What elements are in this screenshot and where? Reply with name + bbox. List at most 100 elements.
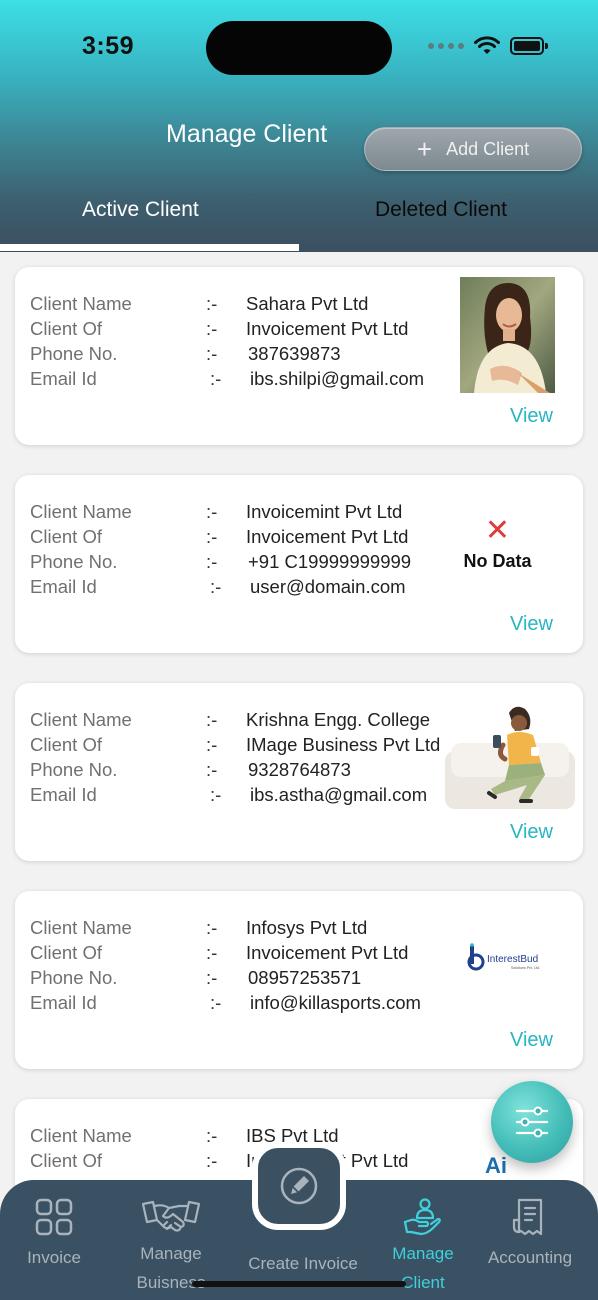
client-of-value: Invoicement Pvt Ltd [246, 526, 409, 547]
client-of-label: Client Of [30, 942, 102, 963]
nav-manage-client-label-1: Manage [392, 1244, 454, 1263]
client-of-value: IMage Business Pvt Ltd [246, 734, 441, 755]
email-value: user@domain.com [250, 576, 406, 597]
phone-value: 08957253571 [248, 967, 362, 988]
signal-icon [428, 43, 464, 49]
client-of-label: Client Of [30, 734, 102, 755]
header: 3:59 Manage Client + Add Client Active C… [0, 0, 598, 252]
email-label: Email Id [30, 576, 97, 597]
logo-subtext: Solutions Pvt. Ltd. [511, 966, 540, 970]
separator: :- [206, 343, 218, 364]
email-label: Email Id [30, 992, 97, 1013]
phone-value: 387639873 [248, 343, 341, 364]
logo-text: InterestBud [487, 954, 538, 965]
email-label: Email Id [30, 368, 97, 389]
view-link[interactable]: View [510, 1029, 553, 1052]
separator: :- [210, 992, 222, 1013]
client-photo [460, 277, 555, 393]
client-name-value: Invoicemint Pvt Ltd [246, 501, 403, 522]
client-name-label: Client Name [30, 501, 132, 522]
email-value: info@killasports.com [250, 992, 421, 1013]
edit-icon [280, 1167, 318, 1205]
status-icons [428, 36, 548, 56]
client-of-label: Client Of [30, 318, 102, 339]
wifi-icon [474, 36, 500, 54]
plus-icon: + [416, 134, 433, 164]
client-of-label: Client Of [30, 1150, 102, 1171]
nav-accounting-label: Accounting [487, 1248, 573, 1267]
client-name-value: Sahara Pvt Ltd [246, 293, 369, 314]
separator: :- [210, 368, 222, 389]
battery-icon [510, 37, 548, 55]
view-link[interactable]: View [510, 405, 553, 428]
phone-label: Phone No. [30, 551, 118, 572]
no-data-placeholder: ✕ No Data [445, 515, 550, 572]
tab-indicator [0, 244, 299, 251]
separator: :- [206, 293, 218, 314]
client-name-label: Client Name [30, 917, 132, 938]
separator: :- [210, 784, 222, 805]
grid-icon [35, 1198, 73, 1236]
nav-manage-business-label-1: Manage [140, 1244, 202, 1263]
separator: :- [206, 967, 218, 988]
client-name-label: Client Name [30, 709, 132, 730]
tab-deleted-client[interactable]: Deleted Client [375, 198, 507, 222]
phone-label: Phone No. [30, 967, 118, 988]
separator: :- [206, 551, 218, 572]
client-name-label: Client Name [30, 1125, 132, 1146]
no-data-label: No Data [463, 551, 532, 571]
view-link[interactable]: View [510, 821, 553, 844]
separator: :- [206, 942, 218, 963]
client-of-value: Invoicement Pvt Ltd [246, 942, 409, 963]
nav-manage-client[interactable]: Manage Client [363, 1180, 483, 1294]
client-card[interactable]: Client Name :- Sahara Pvt Ltd Client Of … [15, 267, 583, 445]
separator: :- [206, 1125, 218, 1146]
separator: :- [206, 917, 218, 938]
nav-manage-business[interactable]: Manage Buisness [111, 1180, 231, 1294]
client-name-value: Krishna Engg. College [246, 709, 431, 730]
client-logo: Ai [485, 1153, 507, 1178]
client-name-label: Client Name [30, 293, 132, 314]
filter-button[interactable] [491, 1081, 573, 1163]
client-card[interactable]: Client Name :- Krishna Engg. College Cli… [15, 683, 583, 861]
receipt-icon [512, 1198, 543, 1236]
home-indicator [192, 1281, 406, 1287]
phone-value: +91 C19999999999 [248, 551, 412, 572]
separator: :- [210, 576, 222, 597]
add-client-label: Add Client [446, 138, 530, 159]
client-card[interactable]: Client Name :- Invoicemint Pvt Ltd Clien… [15, 475, 583, 653]
client-care-icon [403, 1198, 441, 1236]
page-title: Manage Client [166, 120, 328, 148]
view-link[interactable]: View [510, 613, 553, 636]
nav-create-invoice-label: Create Invoice [248, 1254, 358, 1273]
dynamic-island [206, 21, 392, 75]
nav-accounting[interactable]: Accounting [470, 1180, 590, 1269]
phone-label: Phone No. [30, 343, 118, 364]
client-name-value: Infosys Pvt Ltd [246, 917, 368, 938]
client-card[interactable]: Client Name :- Infosys Pvt Ltd Client Of… [15, 891, 583, 1069]
client-logo: InterestBud Solutions Pvt. Ltd. [467, 943, 540, 971]
separator: :- [206, 526, 218, 547]
client-of-label: Client Of [30, 526, 102, 547]
sliders-icon [515, 1106, 549, 1138]
create-invoice-button[interactable] [252, 1142, 346, 1230]
email-value: ibs.shilpi@gmail.com [250, 368, 425, 389]
separator: :- [206, 759, 218, 780]
phone-value: 9328764873 [248, 759, 351, 780]
status-time: 3:59 [82, 32, 135, 60]
separator: :- [206, 501, 218, 522]
tab-active-client[interactable]: Active Client [82, 198, 199, 222]
phone-label: Phone No. [30, 759, 118, 780]
nav-invoice[interactable]: Invoice [0, 1180, 114, 1269]
separator: :- [206, 1150, 218, 1171]
separator: :- [206, 709, 218, 730]
separator: :- [206, 318, 218, 339]
add-client-button[interactable]: + Add Client [364, 127, 582, 171]
separator: :- [206, 734, 218, 755]
client-illustration [445, 706, 575, 809]
client-of-value: Invoicement Pvt Ltd [246, 318, 409, 339]
email-value: ibs.astha@gmail.com [250, 784, 428, 805]
nav-invoice-label: Invoice [27, 1248, 81, 1267]
email-label: Email Id [30, 784, 97, 805]
close-icon: ✕ [484, 514, 511, 547]
